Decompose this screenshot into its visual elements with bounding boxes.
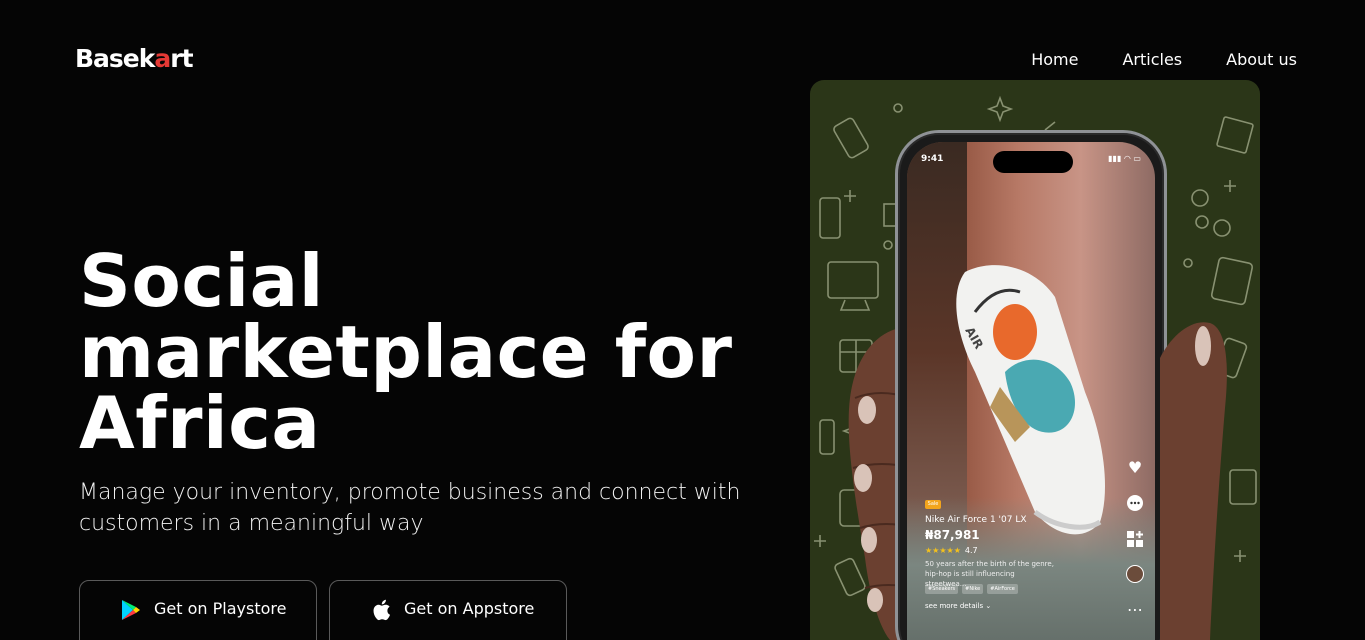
more-options-icon[interactable]: ⋯ bbox=[1125, 599, 1145, 619]
main-nav: Home Articles About us bbox=[1031, 50, 1297, 69]
hero-subtitle: Manage your inventory, promote business … bbox=[79, 480, 741, 536]
see-more-details-link[interactable]: see more details ⌄ bbox=[925, 602, 991, 610]
hero-title: Social marketplace for Africa bbox=[79, 239, 779, 465]
dynamic-island bbox=[993, 151, 1073, 173]
nav-articles[interactable]: Articles bbox=[1122, 50, 1182, 69]
sneaker-image: AIR bbox=[956, 265, 1105, 535]
logo-prefix: Basek bbox=[75, 44, 155, 73]
nav-home[interactable]: Home bbox=[1031, 50, 1078, 69]
phone-screen: AIR 9:41 ▮▮▮ ◠ ▭ Sale Nike Air Force 1 '… bbox=[907, 142, 1155, 640]
status-time: 9:41 bbox=[921, 154, 944, 164]
comment-icon[interactable] bbox=[1125, 493, 1145, 513]
tag-sneakers[interactable]: #Sneakers bbox=[925, 584, 959, 594]
product-name: Nike Air Force 1 '07 LX bbox=[925, 515, 1027, 525]
logo-mark: a bbox=[154, 44, 171, 73]
tag-nike[interactable]: #Nike bbox=[962, 584, 984, 594]
hero-title-line-1: Social bbox=[79, 239, 324, 323]
logo[interactable]: Basek a rt bbox=[75, 44, 194, 73]
playstore-button-label: Get on Playstore bbox=[154, 599, 287, 618]
logo-suffix: rt bbox=[170, 44, 193, 73]
hero-title-line-2: marketplace for bbox=[79, 310, 733, 394]
product-price: ₦87,981 bbox=[925, 528, 980, 542]
hero-title-line-3: Africa bbox=[79, 381, 321, 465]
rating-value: 4.7 bbox=[964, 546, 978, 555]
appstore-button[interactable]: Get on Appstore bbox=[329, 580, 567, 640]
phone-mockup: AIR 9:41 ▮▮▮ ◠ ▭ Sale Nike Air Force 1 '… bbox=[895, 130, 1167, 640]
right-hand-thumb bbox=[1160, 322, 1227, 640]
play-store-icon bbox=[120, 599, 142, 621]
rating-stars: ★★★★★ bbox=[925, 546, 961, 555]
nav-about-us[interactable]: About us bbox=[1226, 50, 1297, 69]
add-to-collection-icon[interactable] bbox=[1125, 529, 1145, 549]
tag-airforce[interactable]: #AirForce bbox=[987, 584, 1018, 594]
product-tags: #Sneakers #Nike #AirForce bbox=[925, 584, 1018, 594]
heart-icon[interactable]: ♥ bbox=[1125, 457, 1145, 477]
apple-icon bbox=[370, 599, 392, 621]
playstore-button[interactable]: Get on Playstore bbox=[79, 580, 317, 640]
appstore-button-label: Get on Appstore bbox=[404, 599, 535, 618]
product-tag: Sale bbox=[925, 500, 941, 509]
seller-avatar[interactable] bbox=[1126, 565, 1144, 583]
status-icons: ▮▮▮ ◠ ▭ bbox=[1108, 154, 1141, 163]
product-rating: ★★★★★ 4.7 bbox=[925, 546, 978, 555]
side-actions: ♥ ⋯ bbox=[1125, 457, 1145, 619]
